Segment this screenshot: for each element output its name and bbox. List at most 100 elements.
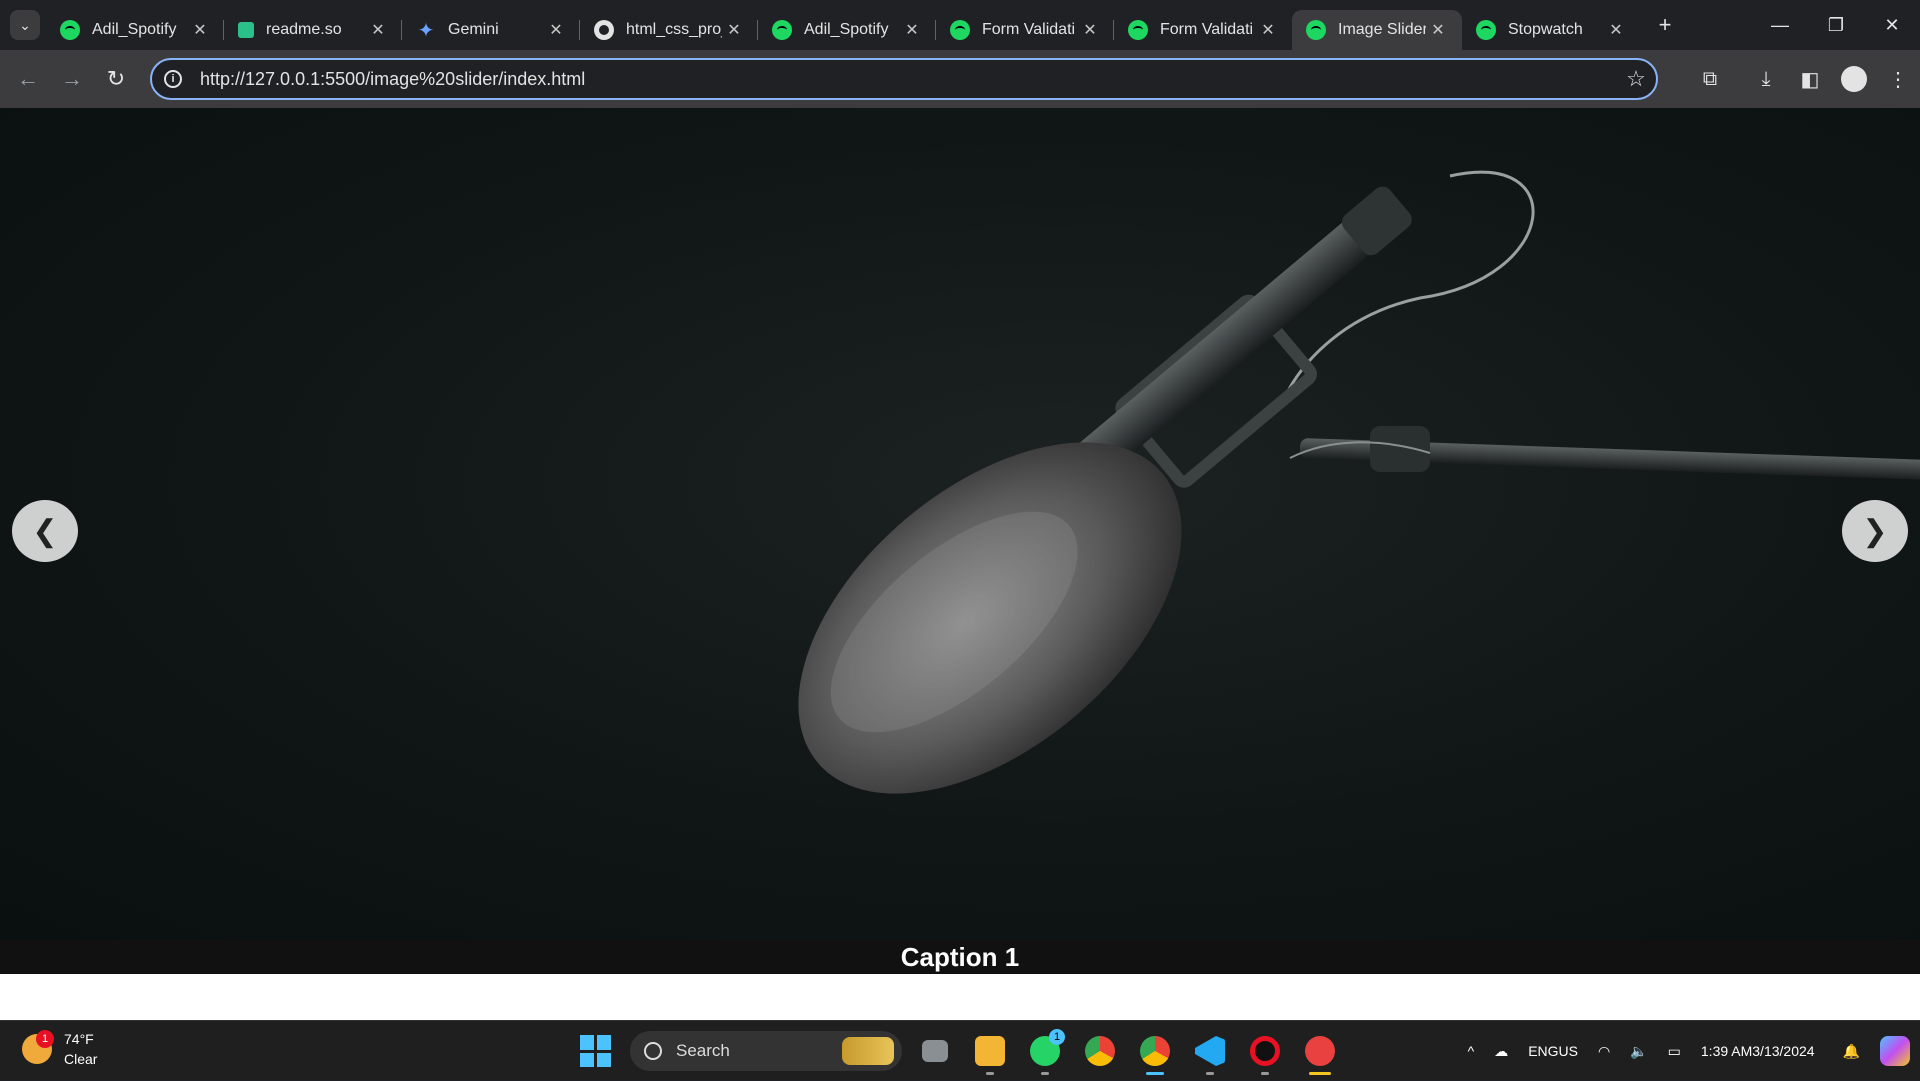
forward-button[interactable]: → [50,57,94,101]
spotify-icon [1306,20,1326,40]
close-icon[interactable]: ✕ [188,18,212,42]
screen-recorder-app[interactable] [1243,1029,1287,1075]
slider-next-button[interactable]: ❯ [1842,500,1908,562]
moon-icon: 1 [22,1030,54,1064]
taskbar-apps: Search 1 [580,1029,1342,1075]
slide-caption: Caption 1 [0,940,1920,974]
extensions-button[interactable]: ⧉ [1688,57,1732,101]
close-icon[interactable]: ✕ [900,18,924,42]
close-icon[interactable]: ✕ [544,18,568,42]
tab-title: Stopwatch [1508,21,1583,38]
close-icon[interactable]: ✕ [1604,18,1628,42]
info-icon[interactable]: i [164,70,182,88]
chevron-up-icon[interactable]: ^ [1468,1043,1475,1059]
spotify-icon [1476,20,1496,40]
search-placeholder: Search [676,1041,730,1060]
notification-badge: 1 [36,1030,54,1048]
tab-title: Adil_Spotify [804,21,889,38]
chevron-right-icon: ❯ [1862,514,1888,548]
toolbar-actions: ⧉ ⤓ ◧ ⋮ [1688,50,1920,108]
onedrive-icon[interactable]: ☁ [1494,1043,1508,1060]
close-icon[interactable]: ✕ [366,18,390,42]
chevron-left-icon: ❮ [32,514,58,548]
close-icon[interactable]: ✕ [1426,18,1450,42]
file-explorer-app[interactable] [968,1029,1012,1075]
tab-search-button[interactable]: ⌄ [10,10,40,40]
caption-text: Caption 1 [900,941,1020,972]
chrome-app[interactable] [1078,1029,1122,1073]
url-text[interactable]: http://127.0.0.1:5500/image%20slider/ind… [200,69,1616,90]
menu-button[interactable]: ⋮ [1876,57,1920,101]
system-tray: ^ ☁ ENG US ◠ 🔈 ▭ 1:39 AM 3/13/2024 🔔 [1458,1021,1920,1081]
web-page: ❮ ❯ Caption 1 [0,108,1920,1020]
battery-icon[interactable]: ▭ [1668,1043,1681,1060]
slider-image: ❮ ❯ [0,108,1920,940]
tab-strip: ⌄ Adil_Spotify ✕ readme.so ✕ ✦ Gemini ✕ html… [0,0,1920,50]
whatsapp-app[interactable]: 1 [1023,1029,1067,1075]
restore-button[interactable]: ❐ [1808,0,1864,50]
tab[interactable]: Adil_Spotify ✕ [46,10,224,50]
tab[interactable]: readme.so ✕ [224,10,402,50]
close-window-button[interactable]: ✕ [1864,0,1920,50]
restore-icon: ❐ [1827,14,1845,35]
weather-widget[interactable]: 1 74°F Clear [22,1029,97,1069]
tab-active[interactable]: Image Slider ✕ [1292,10,1462,50]
close-icon[interactable]: ✕ [1078,18,1102,42]
side-panel-button[interactable]: ◧ [1788,57,1832,101]
microphone-image [798,170,1920,794]
tab[interactable]: html_css_proj ✕ [580,10,758,50]
new-tab-button[interactable]: + [1650,10,1680,40]
chevron-down-icon: ⌄ [19,16,31,33]
reload-icon: ↻ [106,66,126,91]
tab[interactable]: Adil_Spotify ✕ [758,10,936,50]
download-icon: ⤓ [1761,67,1771,90]
language-indicator[interactable]: ENG US [1528,1041,1578,1061]
clock[interactable]: 1:39 AM 3/13/2024 [1701,1041,1815,1061]
tab[interactable]: Form Validati ✕ [936,10,1114,50]
tab[interactable]: Stopwatch ✕ [1462,10,1640,50]
search-highlight-icon [842,1037,894,1065]
tab[interactable]: ✦ Gemini ✕ [402,10,580,50]
back-button[interactable]: ← [6,57,50,101]
chrome-profile-app[interactable] [1133,1029,1177,1075]
copilot-icon[interactable] [1880,1036,1910,1066]
reload-button[interactable]: ↻ [94,57,138,101]
taskbar: 1 74°F Clear Search 1 ^ ☁ ENG US ◠ 🔈 ▭ 1… [0,1020,1920,1080]
side-panel-icon: ◧ [1800,68,1820,91]
tab-title: Form Validati [982,21,1076,38]
tab[interactable]: Form Validati ✕ [1114,10,1292,50]
downloads-button[interactable]: ⤓ [1744,57,1788,101]
github-icon [594,20,614,40]
tab-title: Image Slider [1338,21,1426,38]
close-icon[interactable]: ✕ [722,18,746,42]
bookmark-star-icon[interactable]: ☆ [1616,66,1656,92]
profile-avatar[interactable] [1841,66,1867,92]
tab-title: readme.so [266,21,342,38]
taskbar-search[interactable]: Search [630,1031,902,1071]
close-icon[interactable]: ✕ [1256,18,1280,42]
puzzle-icon: ⧉ [1702,67,1718,90]
weather-temp: 74°F [64,1031,94,1047]
spotify-icon [1128,20,1148,40]
minimize-button[interactable]: — [1752,0,1808,50]
address-bar[interactable]: i http://127.0.0.1:5500/image%20slider/i… [150,58,1658,100]
arrow-right-icon: → [61,66,83,91]
readme-icon [238,22,254,38]
task-view-button[interactable] [913,1029,957,1073]
plus-icon: + [1658,12,1672,37]
tab-title: Adil_Spotify [92,21,177,38]
window-controls: — ❐ ✕ [1752,0,1920,50]
kebab-menu-icon: ⋮ [1888,68,1908,91]
vscode-app[interactable] [1188,1029,1232,1075]
clock-app[interactable] [1298,1029,1342,1075]
tab-title: Gemini [448,21,499,38]
slider-prev-button[interactable]: ❮ [12,500,78,562]
tab-list: Adil_Spotify ✕ readme.so ✕ ✦ Gemini ✕ html_c… [46,0,1640,50]
gemini-icon: ✦ [417,19,435,42]
spotify-icon [772,20,792,40]
windows-start-button[interactable] [580,1035,612,1067]
notification-bell-icon[interactable]: 🔔 [1843,1043,1860,1060]
volume-icon[interactable]: 🔈 [1630,1043,1647,1060]
wifi-icon[interactable]: ◠ [1598,1043,1610,1060]
tab-title: html_css_proj [626,21,722,38]
